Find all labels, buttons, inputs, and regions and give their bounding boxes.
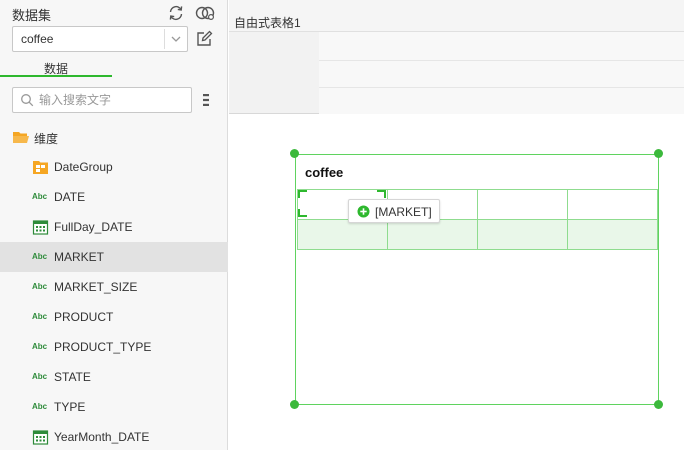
drop-target-corner [298,209,307,217]
tree-item-type[interactable]: Abc TYPE [0,392,228,422]
abc-icon: Abc [32,342,48,351]
table-cell[interactable] [387,219,478,250]
tree-item-label: MARKET_SIZE [54,280,138,294]
search-icon [21,94,34,107]
dataset-select-value: coffee [21,32,54,46]
tree-item-label: DateGroup [54,160,113,174]
tree-item-label: STATE [54,370,91,384]
tab-active-indicator [0,75,112,77]
tree-item-label: PRODUCT [54,310,114,324]
grid-row-line [319,60,684,61]
field-tree: 维度 DateGroup Abc DATE FullDay_DATE Abc M… [0,122,228,450]
drag-field-label: [MARKET] [375,205,432,219]
tree-item-label: YearMonth_DATE [54,430,150,444]
group-folder-icon [33,161,48,174]
app-window: 数据集 coffee 数据 输入搜索文字 维度 DateGroup Abc DA… [0,0,684,450]
abc-icon: Abc [32,402,48,411]
abc-icon: Abc [32,372,48,381]
sheet-tab-label: 自由式表格1 [234,16,301,30]
tree-item-dategroup[interactable]: DateGroup [0,152,228,182]
abc-icon: Abc [32,312,48,321]
header-grid-area [229,32,684,114]
table-cell[interactable] [567,189,658,220]
resize-handle-bottom-right[interactable] [654,400,663,409]
refresh-icon[interactable] [167,4,185,22]
chevron-down-icon[interactable] [170,34,182,44]
tree-item-product[interactable]: Abc PRODUCT [0,302,228,332]
search-input[interactable] [39,91,187,109]
more-menu-icon[interactable] [202,93,210,107]
table-cell[interactable] [297,219,388,250]
dataset-panel: 数据集 coffee 数据 输入搜索文字 维度 DateGroup Abc DA… [0,0,228,450]
folder-open-icon [13,132,29,143]
calendar-icon [32,430,49,445]
search-box[interactable] [12,87,192,113]
tree-item-label: PRODUCT_TYPE [54,340,152,354]
calendar-icon [32,220,49,235]
abc-icon: Abc [32,192,48,201]
dataset-panel-title: 数据集 [12,8,52,23]
tree-item-yearmonth-date[interactable]: YearMonth_DATE [0,422,228,450]
tree-item-fullday-date[interactable]: FullDay_DATE [0,212,228,242]
tree-item-market[interactable]: Abc MARKET [0,242,228,272]
edit-icon[interactable] [195,30,213,48]
resize-handle-top-left[interactable] [290,149,299,158]
sheet-tab[interactable]: 自由式表格1 [229,0,684,32]
abc-icon: Abc [32,252,48,261]
tree-root-label: 维度 [34,132,59,146]
tree-item-market-size[interactable]: Abc MARKET_SIZE [0,272,228,302]
drag-field-tooltip: [MARKET] [348,199,440,223]
table-cell[interactable] [477,189,568,220]
table-cell[interactable] [477,219,568,250]
resize-handle-top-right[interactable] [654,149,663,158]
add-circle-icon [357,205,370,218]
table-cell[interactable] [567,219,658,250]
tree-item-label: DATE [54,190,86,204]
tree-item-state[interactable]: Abc STATE [0,362,228,392]
dataset-relation-icon[interactable] [194,4,216,22]
dataset-header: 数据集 [12,4,217,23]
tree-root-dimensions[interactable]: 维度 [0,122,228,152]
grid-row-line [319,87,684,88]
abc-icon: Abc [32,282,48,291]
widget-title: coffee [305,165,344,180]
tree-item-product-type[interactable]: Abc PRODUCT_TYPE [0,332,228,362]
tree-item-label: TYPE [54,400,86,414]
tree-item-date[interactable]: Abc DATE [0,182,228,212]
select-divider [164,29,165,49]
dataset-select[interactable]: coffee [12,26,188,52]
resize-handle-bottom-left[interactable] [290,400,299,409]
header-grid-column [319,32,684,114]
drop-target-corner [298,190,307,198]
tree-item-label: MARKET [54,250,105,264]
tree-item-label: FullDay_DATE [54,220,133,234]
drop-target-corner [377,190,386,198]
